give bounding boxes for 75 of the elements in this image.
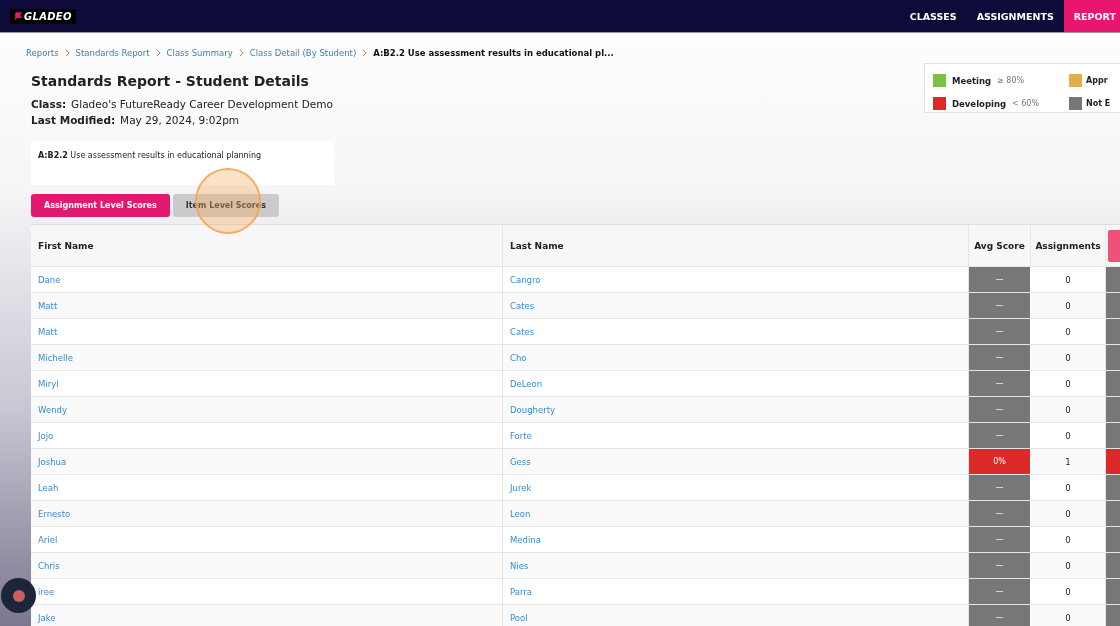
legend-range: ≥ 80%: [997, 76, 1025, 85]
chevron-icon: [64, 49, 70, 57]
avg-score-cell: —: [969, 605, 1031, 626]
breadcrumb-link[interactable]: A:B2.2 Use assessment results in educational pl...: [373, 48, 614, 58]
student-last-name[interactable]: Cangro: [510, 274, 541, 285]
student-last-name[interactable]: Leon: [510, 508, 531, 519]
student-last-name[interactable]: Jurek: [510, 482, 532, 493]
student-last-name[interactable]: Nies: [510, 560, 529, 571]
student-first-name[interactable]: Michelle: [38, 352, 73, 363]
student-first-name[interactable]: Jake: [38, 612, 56, 623]
student-first-name[interactable]: Jojo: [38, 430, 54, 441]
student-last-name[interactable]: DeLeon: [510, 378, 543, 389]
meta-label: Last Modified:: [31, 114, 116, 126]
avg-score-cell: —: [969, 553, 1031, 578]
view-button[interactable]: Assignment Level Scores: [31, 194, 170, 217]
breadcrumb-link[interactable]: Standards Report: [75, 48, 150, 58]
student-first-name[interactable]: Dane: [38, 274, 61, 285]
legend-label: Developing: [952, 98, 1006, 109]
flag-icon: [14, 11, 23, 21]
avg-score-cell: —: [969, 423, 1031, 448]
breadcrumb-link[interactable]: Class Summary: [166, 48, 233, 58]
breadcrumb-link[interactable]: Class Detail (By Student): [249, 48, 357, 58]
student-first-name[interactable]: Chris: [38, 560, 60, 571]
column-header[interactable]: Last Name: [503, 225, 969, 266]
legend-label: Not E: [1086, 99, 1111, 108]
avg-score-cell: —: [969, 371, 1031, 396]
student-first-name[interactable]: Matt: [38, 300, 58, 311]
student-last-name[interactable]: Forte: [510, 430, 532, 441]
student-last-name[interactable]: Dougherty: [510, 404, 555, 415]
chevron-icon: [238, 49, 244, 57]
student-last-name[interactable]: Medina: [510, 534, 541, 545]
avg-score-cell: —: [969, 501, 1031, 526]
student-first-name[interactable]: Ariel: [38, 534, 58, 545]
avg-score-cell: —: [969, 475, 1031, 500]
student-last-name[interactable]: Parra: [510, 586, 532, 597]
record-button[interactable]: [1, 578, 36, 613]
nav-tab[interactable]: ASSIGNMENTS: [966, 0, 1064, 32]
meta-value: Gladeo's FutureReady Career Development Demo: [71, 98, 333, 110]
chevron-icon: [155, 49, 161, 57]
chevron-icon: [362, 49, 368, 57]
column-header[interactable]: First Name: [31, 225, 503, 266]
standard-description: A:B2.2 Use assessment results in educational planning: [38, 151, 263, 160]
avg-score-cell: —: [969, 345, 1031, 370]
avg-score-cell: 0%: [969, 449, 1031, 474]
student-first-name[interactable]: iree: [38, 586, 55, 597]
student-first-name[interactable]: Matt: [38, 326, 58, 337]
student-last-name[interactable]: Pool: [510, 612, 528, 623]
column-header[interactable]: Avg Score: [969, 225, 1031, 266]
student-first-name[interactable]: Leah: [38, 482, 59, 493]
meta-value: May 29, 2024, 9:02pm: [120, 114, 240, 126]
logo[interactable]: GLADEO: [10, 8, 76, 24]
page-title: Standards Report - Student Details: [31, 73, 310, 89]
breadcrumb-link[interactable]: Reports: [26, 48, 59, 58]
student-first-name[interactable]: Ernesto: [38, 508, 71, 519]
student-first-name[interactable]: Wendy: [38, 404, 67, 415]
student-first-name[interactable]: Joshua: [38, 456, 67, 467]
student-last-name[interactable]: Cates: [510, 300, 535, 311]
avg-score-cell: —: [969, 319, 1031, 344]
meta-label: Class:: [31, 98, 67, 110]
legend-range: < 60%: [1012, 99, 1040, 108]
student-first-name[interactable]: Miryl: [38, 378, 59, 389]
avg-score-cell: —: [969, 397, 1031, 422]
legend-label: Appr: [1086, 76, 1108, 85]
student-last-name[interactable]: Gess: [510, 456, 531, 467]
student-last-name[interactable]: Cho: [510, 352, 527, 363]
avg-score-cell: —: [969, 527, 1031, 552]
nav-tab[interactable]: CLASSES: [899, 0, 967, 32]
legend-label: Meeting: [952, 75, 992, 86]
avg-score-cell: —: [969, 267, 1031, 292]
avg-score-cell: —: [969, 579, 1031, 604]
nav-tab[interactable]: REPORT: [1063, 0, 1120, 32]
student-last-name[interactable]: Cates: [510, 326, 535, 337]
column-header[interactable]: Assignments: [1031, 225, 1106, 266]
logo-text: GLADEO: [24, 10, 72, 22]
avg-score-cell: —: [969, 293, 1031, 318]
